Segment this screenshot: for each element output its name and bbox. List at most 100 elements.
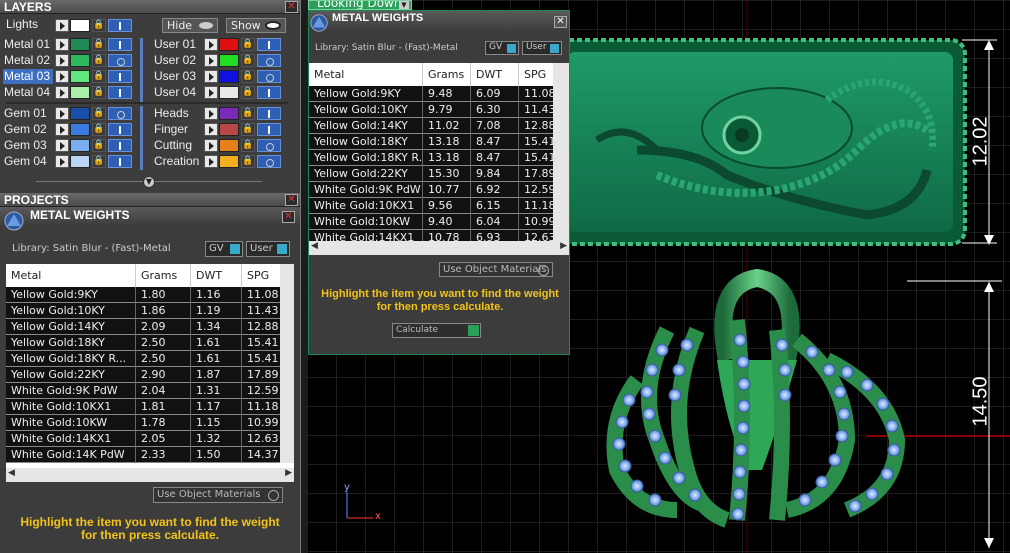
table-row[interactable]: Yellow Gold:10KY 1.86 1.19 11.43: [6, 303, 294, 319]
layer-color-swatch[interactable]: [219, 86, 239, 99]
use-object-materials-checkbox[interactable]: Use Object Materials: [153, 487, 283, 503]
layer-color-swatch[interactable]: [219, 107, 239, 120]
table-row[interactable]: White Gold:9K PdW 2.04 1.31 12.59: [6, 383, 294, 399]
table-row[interactable]: White Gold:14K PdW 2.33 1.50 14.37: [6, 447, 294, 463]
lock-icon[interactable]: 🔒: [241, 86, 255, 99]
layer-visibility-toggle[interactable]: [108, 123, 132, 136]
layer-expand-icon[interactable]: [204, 38, 218, 51]
layer-expand-icon[interactable]: [55, 107, 69, 120]
layer-name[interactable]: Metal 03: [3, 69, 53, 84]
lock-icon[interactable]: 🔒: [241, 139, 255, 152]
layer-name[interactable]: Gem 02: [3, 122, 53, 137]
layer-name[interactable]: Gem 01: [3, 106, 53, 121]
scroll-right-icon[interactable]: ▶: [560, 241, 567, 251]
layer-color-swatch[interactable]: [70, 139, 90, 152]
layer-name[interactable]: Metal 04: [3, 85, 53, 100]
table-row[interactable]: White Gold:10KX1 1.81 1.17 11.18: [6, 399, 294, 415]
lock-icon[interactable]: 🔒: [92, 107, 106, 120]
table-row[interactable]: White Gold:9K PdW 10.77 6.92 12.59: [309, 182, 567, 198]
layer-expand-icon[interactable]: [55, 70, 69, 83]
user-toggle[interactable]: User: [246, 241, 290, 257]
scroll-left-icon[interactable]: ◀: [311, 241, 318, 251]
layer-color-swatch[interactable]: [70, 107, 90, 120]
layer-name[interactable]: Metal 02: [3, 53, 53, 68]
column-header[interactable]: Metal: [309, 63, 423, 86]
layer-color-swatch[interactable]: [70, 86, 90, 99]
layer-expand-icon[interactable]: [55, 38, 69, 51]
column-header[interactable]: Metal: [6, 264, 136, 287]
layers-close-icon[interactable]: ✕: [285, 1, 298, 13]
layer-color-swatch[interactable]: [70, 54, 90, 67]
layer-expand-icon[interactable]: [204, 54, 218, 67]
table-row[interactable]: Yellow Gold:9KY 9.48 6.09 11.08: [309, 86, 567, 102]
octopus-plate-model[interactable]: [553, 38, 967, 246]
column-header[interactable]: Grams: [136, 264, 191, 287]
layer-expand-icon[interactable]: [204, 139, 218, 152]
layer-visibility-toggle[interactable]: [108, 54, 132, 67]
layer-expand-icon[interactable]: [204, 86, 218, 99]
layer-color-swatch[interactable]: [219, 123, 239, 136]
table-row[interactable]: Yellow Gold:10KY 9.79 6.30 11.43: [309, 102, 567, 118]
collapse-chevron-icon[interactable]: ▼: [143, 176, 155, 188]
table-row[interactable]: Yellow Gold:14KY 2.09 1.34 12.88: [6, 319, 294, 335]
lights-visibility-toggle[interactable]: [108, 19, 132, 32]
table-row[interactable]: Yellow Gold:18KY 2.50 1.61 15.41: [6, 335, 294, 351]
lights-lock-icon[interactable]: 🔒: [92, 19, 106, 32]
table-row[interactable]: Yellow Gold:18KY R... 13.18 8.47 15.41: [309, 150, 567, 166]
layer-color-swatch[interactable]: [219, 70, 239, 83]
layer-name[interactable]: User 04: [154, 85, 196, 100]
lock-icon[interactable]: 🔒: [241, 54, 255, 67]
layer-expand-icon[interactable]: [55, 54, 69, 67]
layer-visibility-toggle[interactable]: [257, 139, 281, 152]
table-row[interactable]: Yellow Gold:18KY 13.18 8.47 15.41: [309, 134, 567, 150]
lock-icon[interactable]: 🔒: [92, 54, 106, 67]
hide-button[interactable]: Hide: [162, 18, 218, 33]
layer-expand-icon[interactable]: [204, 155, 218, 168]
layer-expand-icon[interactable]: [55, 139, 69, 152]
lights-swatch[interactable]: [70, 19, 90, 32]
layer-expand-icon[interactable]: [204, 107, 218, 120]
layer-expand-icon[interactable]: [55, 86, 69, 99]
layer-name[interactable]: User 02: [154, 53, 196, 68]
layer-color-swatch[interactable]: [70, 70, 90, 83]
layer-visibility-toggle[interactable]: [257, 86, 281, 99]
layer-color-swatch[interactable]: [219, 54, 239, 67]
lock-icon[interactable]: 🔒: [92, 155, 106, 168]
lock-icon[interactable]: 🔒: [241, 123, 255, 136]
layer-color-swatch[interactable]: [70, 155, 90, 168]
table-row[interactable]: Yellow Gold:22KY 2.90 1.87 17.89: [6, 367, 294, 383]
layer-color-swatch[interactable]: [70, 38, 90, 51]
table-row[interactable]: White Gold:10KW 1.78 1.15 10.99: [6, 415, 294, 431]
layer-name[interactable]: Cutting: [154, 138, 192, 153]
layer-name[interactable]: Finger: [154, 122, 188, 137]
layer-name[interactable]: Metal 01: [3, 37, 53, 52]
table-row[interactable]: White Gold:10KX1 9.56 6.15 11.18: [309, 198, 567, 214]
layer-visibility-toggle[interactable]: [108, 70, 132, 83]
layer-color-swatch[interactable]: [219, 139, 239, 152]
scroll-right-icon[interactable]: ▶: [285, 468, 292, 478]
lock-icon[interactable]: 🔒: [92, 70, 106, 83]
floating-use-object-materials-checkbox[interactable]: Use Object Materials: [439, 262, 553, 277]
column-header[interactable]: DWT: [191, 264, 242, 287]
layer-visibility-toggle[interactable]: [257, 70, 281, 83]
vertical-scrollbar[interactable]: [553, 63, 569, 255]
table-row[interactable]: Yellow Gold:22KY 15.30 9.84 17.89: [309, 166, 567, 182]
lock-icon[interactable]: 🔒: [241, 70, 255, 83]
panel-splitter[interactable]: [300, 0, 307, 553]
layer-expand-icon[interactable]: [204, 70, 218, 83]
layer-expand-icon[interactable]: [204, 123, 218, 136]
floating-gv-toggle[interactable]: GV: [485, 41, 519, 55]
show-button[interactable]: Show: [226, 18, 286, 33]
layer-visibility-toggle[interactable]: [257, 123, 281, 136]
layer-visibility-toggle[interactable]: [108, 139, 132, 152]
vertical-scrollbar[interactable]: [280, 264, 294, 463]
layer-visibility-toggle[interactable]: [108, 155, 132, 168]
lock-icon[interactable]: 🔒: [92, 123, 106, 136]
table-row[interactable]: White Gold:14KX1 2.05 1.32 12.63: [6, 431, 294, 447]
layer-visibility-toggle[interactable]: [257, 38, 281, 51]
layer-name[interactable]: User 01: [154, 37, 196, 52]
layer-visibility-toggle[interactable]: [108, 38, 132, 51]
lock-icon[interactable]: 🔒: [92, 38, 106, 51]
table-row[interactable]: Yellow Gold:14KY 11.02 7.08 12.88: [309, 118, 567, 134]
layer-color-swatch[interactable]: [219, 155, 239, 168]
